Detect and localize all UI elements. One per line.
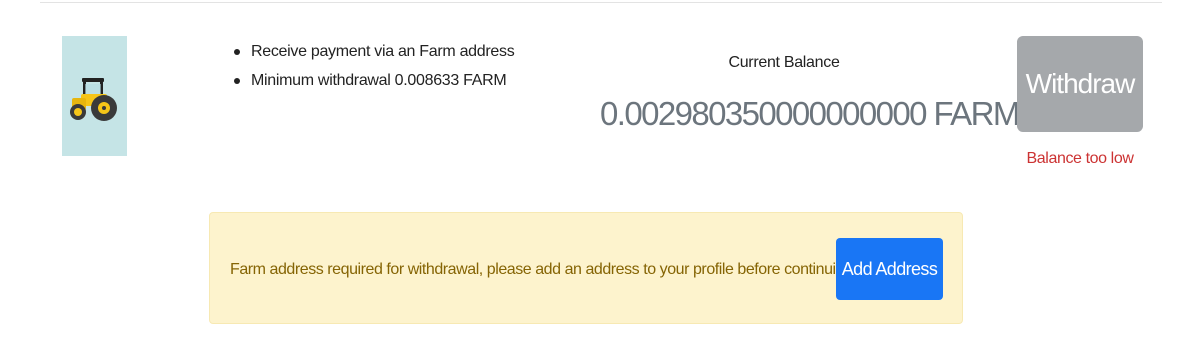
tractor-icon bbox=[70, 78, 117, 121]
list-item: Minimum withdrawal 0.008633 FARM bbox=[232, 71, 514, 91]
alert-message: Farm address required for withdrawal, pl… bbox=[230, 261, 857, 278]
coin-logo bbox=[62, 36, 127, 156]
top-divider bbox=[40, 2, 1162, 3]
current-balance-value: 0.002980350000000000 FARM bbox=[600, 95, 1020, 132]
list-item: Receive payment via an Farm address bbox=[232, 42, 515, 62]
payout-info-list: Receive payment via an Farm address Mini… bbox=[232, 42, 515, 100]
withdraw-panel: Receive payment via an Farm address Mini… bbox=[0, 0, 1200, 346]
current-balance-label: Current Balance bbox=[728, 54, 840, 71]
add-address-button[interactable]: Add Address bbox=[836, 238, 943, 300]
withdraw-button[interactable]: Withdraw bbox=[1017, 36, 1143, 132]
address-required-alert: Farm address required for withdrawal, pl… bbox=[209, 212, 963, 324]
balance-too-low-message: Balance too low bbox=[1026, 150, 1134, 167]
